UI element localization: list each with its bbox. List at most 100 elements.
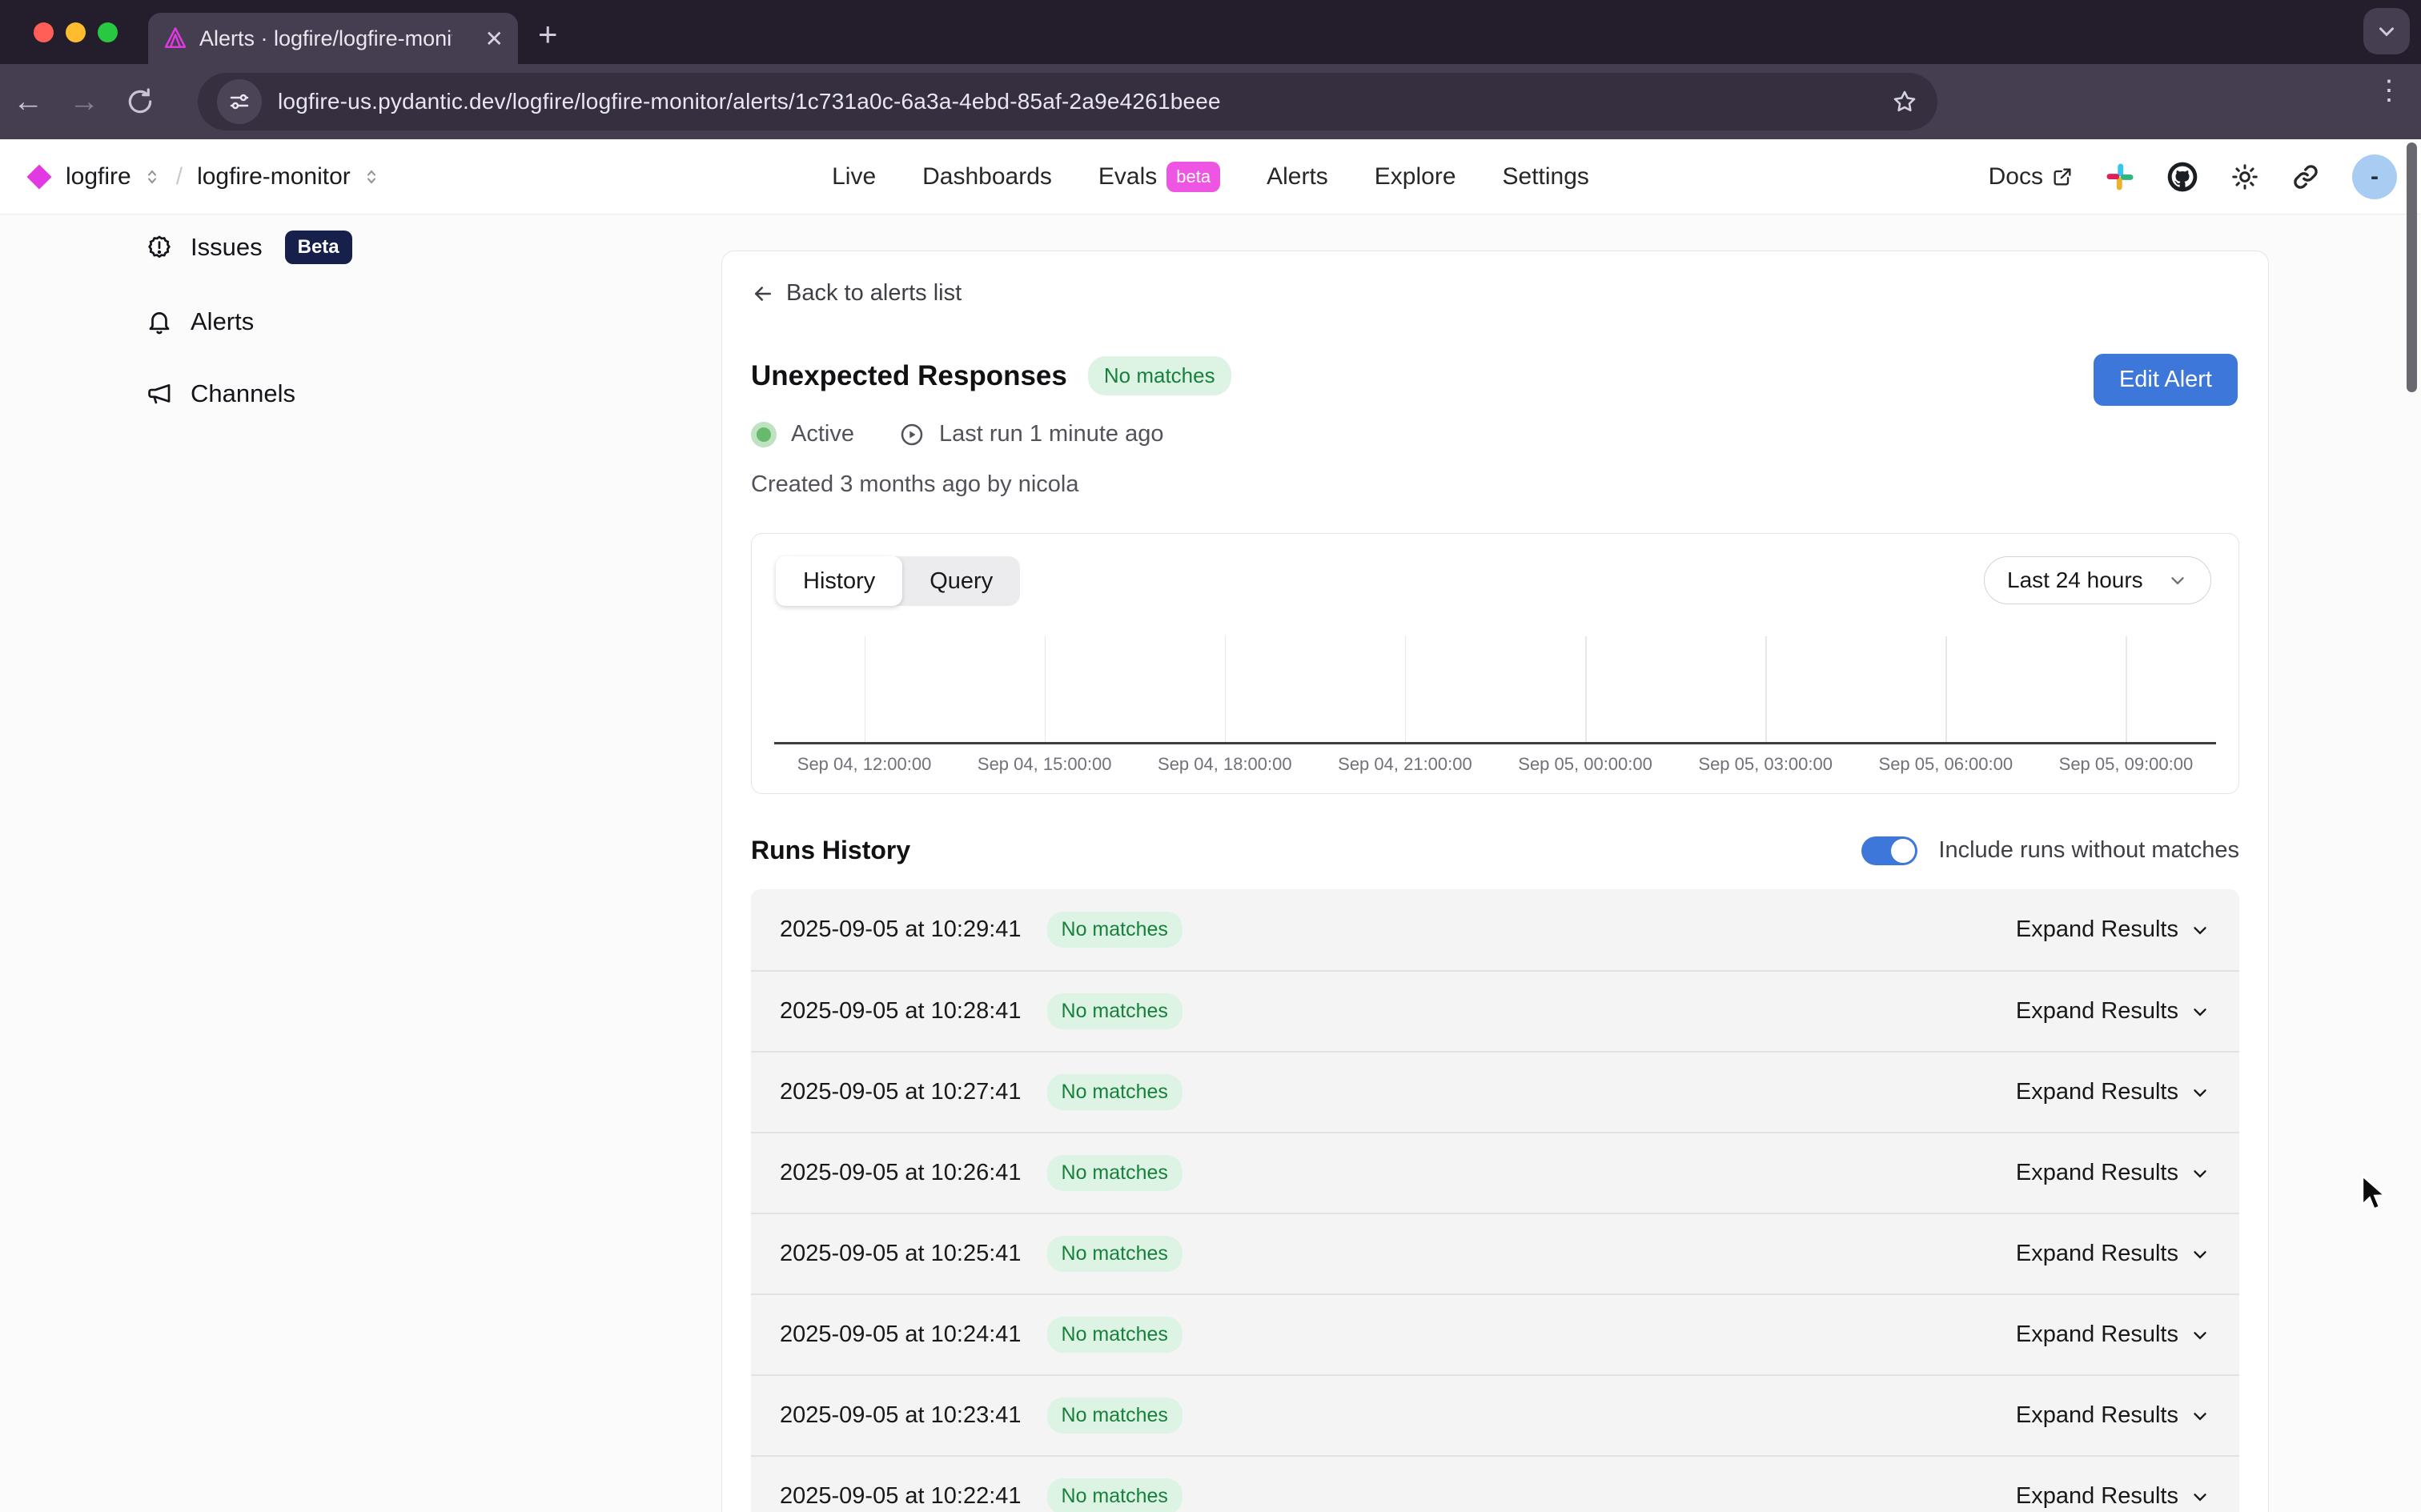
run-status-badge: No matches [1047,912,1182,948]
expand-results-button[interactable]: Expand Results [2016,1241,2210,1267]
megaphone-icon [146,380,173,407]
alert-history-chart [774,636,2216,744]
browser-toolbar: ← → logfire-us.pydantic.dev/logfire/logf… [0,64,2421,139]
run-row: 2025-09-05 at 10:29:41 No matches Expand… [751,889,2239,970]
run-status-badge: No matches [1047,993,1182,1029]
alert-status-badge: No matches [1088,356,1231,395]
sidebar: Issues Beta Alerts Channels [0,215,721,424]
run-timestamp: 2025-09-05 at 10:24:41 [780,1321,1022,1348]
expand-results-button[interactable]: Expand Results [2016,1079,2210,1105]
theme-toggle-sun-icon[interactable] [2230,162,2259,191]
active-dot-icon [751,422,777,447]
slack-icon[interactable] [2106,162,2134,191]
run-row: 2025-09-05 at 10:27:41 No matches Expand… [751,1051,2239,1132]
tab-search-button[interactable] [2363,8,2410,54]
alert-detail-card: Back to alerts list Edit Alert Unexpecte… [721,251,2269,1512]
panel-tabs: History Query [776,556,1020,606]
run-timestamp: 2025-09-05 at 10:25:41 [780,1241,1022,1267]
alert-status-row: Active Last run 1 minute ago [751,421,2239,447]
expand-results-button[interactable]: Expand Results [2016,1402,2210,1429]
reload-button[interactable] [112,86,168,117]
url-text[interactable]: logfire-us.pydantic.dev/logfire/logfire-… [278,89,1875,114]
sidebar-item-label: Alerts [191,307,254,336]
page-scrollbar[interactable] [2407,142,2417,392]
nav-evals[interactable]: Evals beta [1098,162,1220,192]
sidebar-item-channels[interactable]: Channels [0,363,721,424]
chevron-down-icon [2190,1001,2210,1022]
chevron-down-icon [2190,1406,2210,1426]
user-avatar[interactable]: - [2352,154,2397,199]
play-circle-icon [899,422,925,447]
run-row: 2025-09-05 at 10:26:41 No matches Expand… [751,1132,2239,1213]
forward-button[interactable]: → [56,85,112,119]
run-status-badge: No matches [1047,1155,1182,1191]
run-row: 2025-09-05 at 10:23:41 No matches Expand… [751,1374,2239,1455]
run-status-badge: No matches [1047,1478,1182,1512]
bell-icon [146,308,173,335]
chevron-down-icon [2190,920,2210,940]
org-name[interactable]: logfire [66,163,131,191]
x-tick: Sep 04, 12:00:00 [774,754,954,775]
chevron-down-icon [2190,1163,2210,1184]
docs-link[interactable]: Docs [1989,163,2074,191]
runs-list: 2025-09-05 at 10:29:41 No matches Expand… [751,889,2239,1512]
expand-results-button[interactable]: Expand Results [2016,916,2210,943]
nav-dashboards[interactable]: Dashboards [922,163,1052,191]
chevron-down-icon [2167,570,2188,591]
sidebar-item-label: Issues [191,233,263,262]
external-link-icon [2051,166,2074,188]
run-row: 2025-09-05 at 10:24:41 No matches Expand… [751,1293,2239,1374]
sidebar-item-issues[interactable]: Issues Beta [0,215,721,280]
nav-explore[interactable]: Explore [1375,163,1456,191]
expand-results-button[interactable]: Expand Results [2016,1321,2210,1348]
chevron-down-icon [2190,1486,2210,1507]
run-timestamp: 2025-09-05 at 10:28:41 [780,998,1022,1025]
x-tick: Sep 05, 00:00:00 [1496,754,1676,775]
nav-settings[interactable]: Settings [1503,163,1589,191]
run-timestamp: 2025-09-05 at 10:29:41 [780,916,1022,943]
close-window-button[interactable] [34,22,54,42]
chevron-down-icon [2190,1244,2210,1265]
chevron-down-icon [2190,1325,2210,1346]
tab-close-icon[interactable]: ✕ [485,26,504,52]
breadcrumb-separator: / [173,163,186,191]
run-status-badge: No matches [1047,1236,1182,1272]
back-to-alerts-link[interactable]: Back to alerts list [751,280,2239,307]
browser-menu-icon[interactable]: ⋮ [2373,83,2405,98]
tab-history[interactable]: History [776,556,902,606]
share-link-icon[interactable] [2291,162,2320,191]
alert-title: Unexpected Responses [751,360,1067,392]
site-settings-icon[interactable] [217,79,262,124]
url-bar[interactable]: logfire-us.pydantic.dev/logfire/logfire-… [198,73,1937,130]
back-button[interactable]: ← [0,85,56,119]
app-header: logfire / logfire-monitor Live Dashboard… [0,139,2421,215]
bookmark-star-icon[interactable] [1891,88,1918,115]
window-controls[interactable] [34,22,118,42]
expand-results-button[interactable]: Expand Results [2016,1160,2210,1186]
edit-alert-button[interactable]: Edit Alert [2094,354,2238,406]
browser-tab[interactable]: Alerts · logfire/logfire-monitor ✕ [148,13,518,64]
created-by-text: Created 3 months ago by nicola [751,471,2239,498]
project-switcher-icon[interactable] [362,167,381,186]
new-tab-button[interactable]: + [538,18,558,51]
nav-live[interactable]: Live [832,163,876,191]
evals-beta-badge: beta [1166,162,1220,192]
time-range-dropdown[interactable]: Last 24 hours [1984,556,2211,604]
include-runs-toggle[interactable] [1861,836,1917,865]
org-switcher-icon[interactable] [143,167,162,186]
project-name[interactable]: logfire-monitor [197,163,351,191]
expand-results-button[interactable]: Expand Results [2016,1483,2210,1510]
x-tick: Sep 04, 18:00:00 [1134,754,1315,775]
x-tick: Sep 05, 09:00:00 [2036,754,2216,775]
tab-title: Alerts · logfire/logfire-monitor [199,26,452,51]
minimize-window-button[interactable] [66,22,86,42]
issues-beta-badge: Beta [285,231,352,264]
expand-results-button[interactable]: Expand Results [2016,998,2210,1025]
github-icon[interactable] [2166,161,2198,193]
tab-query[interactable]: Query [902,556,1020,606]
main-nav: Live Dashboards Evals beta Alerts Explor… [832,162,1589,192]
sidebar-item-alerts[interactable]: Alerts [0,291,721,352]
x-tick: Sep 05, 03:00:00 [1676,754,1856,775]
nav-alerts[interactable]: Alerts [1267,163,1328,191]
zoom-window-button[interactable] [98,22,118,42]
